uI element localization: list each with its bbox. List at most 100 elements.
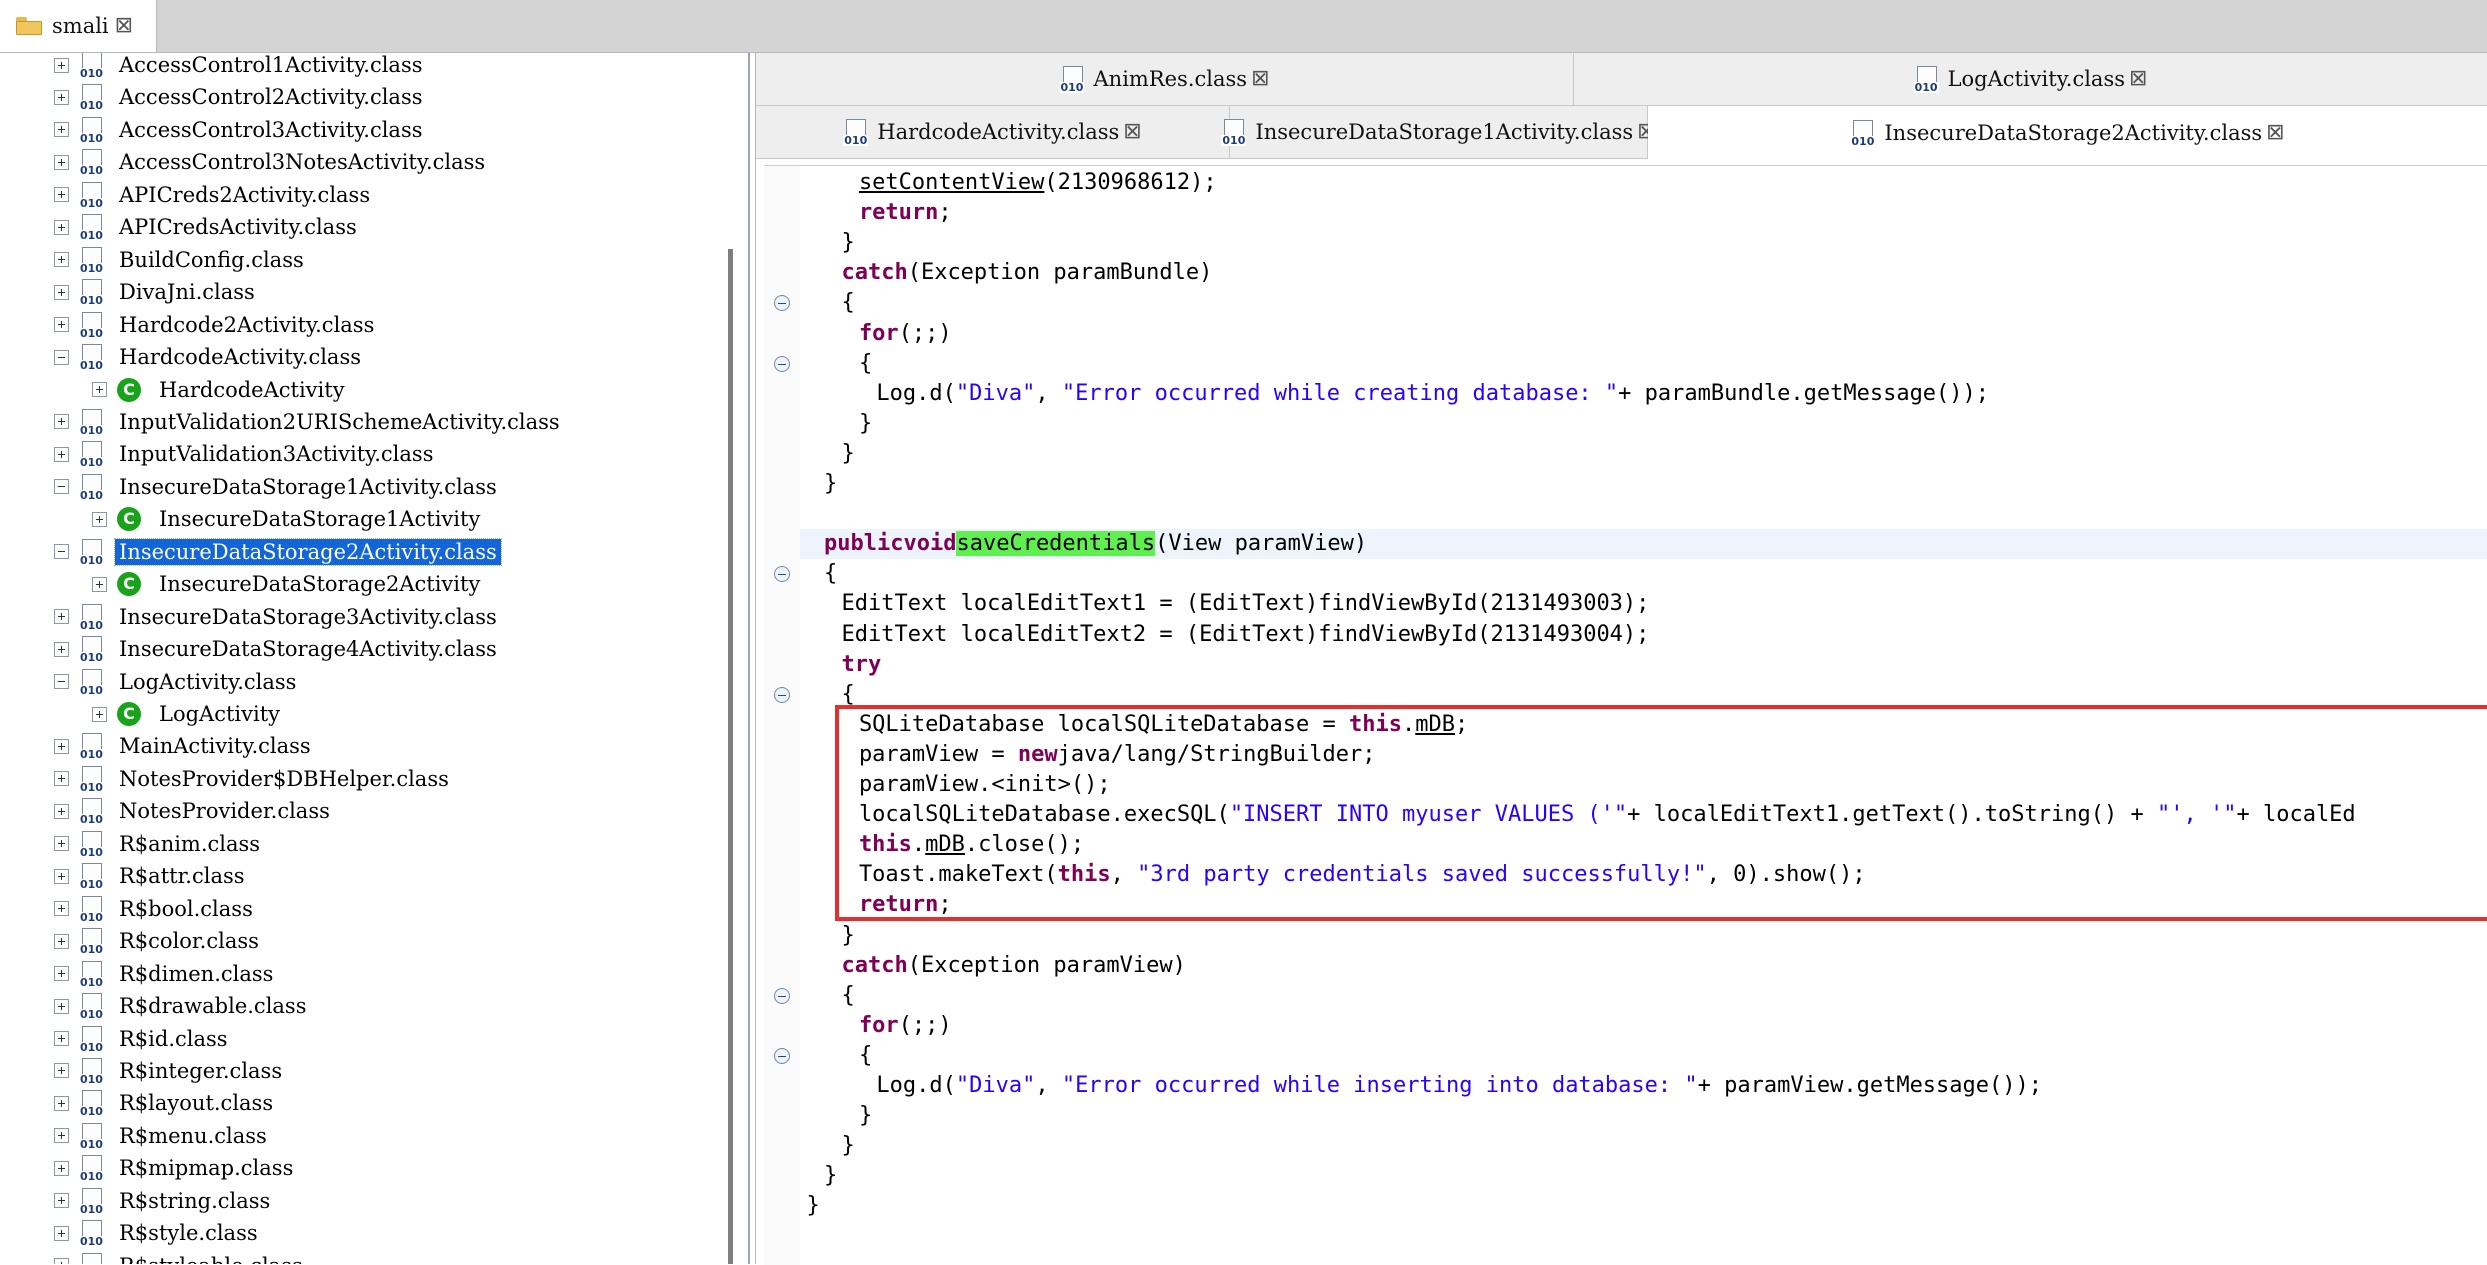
tree-item[interactable]: 010 R$style.class bbox=[54, 1217, 262, 1249]
close-icon[interactable]: ⊠ bbox=[115, 15, 133, 37]
expand-icon[interactable] bbox=[92, 576, 107, 592]
expand-icon[interactable] bbox=[54, 219, 69, 235]
fold-collapse-icon[interactable] bbox=[774, 686, 790, 703]
expand-icon[interactable] bbox=[54, 738, 69, 754]
editor-tab[interactable]: 010 HardcodeActivity.class ⊠ bbox=[756, 106, 1230, 158]
editor-tab[interactable]: 010 InsecureDataStorage2Activity.class ⊠ bbox=[1648, 106, 2487, 159]
tree-item[interactable]: 010 InsecureDataStorage3Activity.class bbox=[54, 601, 501, 633]
tree-item[interactable]: 010 R$anim.class bbox=[54, 828, 264, 860]
expand-icon[interactable] bbox=[54, 414, 69, 430]
tree-item[interactable]: 010 R$mipmap.class bbox=[54, 1152, 297, 1184]
tree-item[interactable]: 010 APICredsActivity.class bbox=[54, 211, 361, 243]
tree-item[interactable]: 010 R$styleable.class bbox=[54, 1250, 307, 1264]
expand-icon[interactable] bbox=[92, 511, 107, 527]
tree-item[interactable]: 010 R$menu.class bbox=[54, 1120, 271, 1152]
expand-icon[interactable] bbox=[54, 771, 69, 787]
expand-icon[interactable] bbox=[54, 933, 69, 949]
expand-icon[interactable] bbox=[54, 609, 69, 625]
tree-item[interactable]: 010 R$dimen.class bbox=[54, 958, 277, 990]
collapse-icon[interactable] bbox=[54, 349, 69, 365]
tree-item[interactable]: 010 AccessControl1Activity.class bbox=[54, 53, 427, 81]
expand-icon[interactable] bbox=[54, 1258, 69, 1264]
tree-item[interactable]: 010 AccessControl3NotesActivity.class bbox=[54, 146, 489, 178]
tree-item[interactable]: 010 R$color.class bbox=[54, 925, 263, 957]
expand-icon[interactable] bbox=[54, 868, 69, 884]
expand-icon[interactable] bbox=[54, 836, 69, 852]
close-icon[interactable]: ⊠ bbox=[2266, 121, 2284, 144]
tree-item[interactable]: 010 NotesProvider.class bbox=[54, 795, 334, 827]
close-icon[interactable]: ⊠ bbox=[1123, 121, 1141, 143]
expand-icon[interactable] bbox=[54, 1031, 69, 1046]
expand-icon[interactable] bbox=[54, 57, 69, 73]
expand-icon[interactable] bbox=[54, 1160, 69, 1176]
tree-item[interactable]: C HardcodeActivity bbox=[92, 374, 349, 406]
editor-tab[interactable]: 010 InsecureDataStorage1Activity.class ⊠ bbox=[1221, 106, 1656, 158]
code-token: Log.d( bbox=[876, 380, 956, 406]
tree-item[interactable]: 010 R$drawable.class bbox=[54, 990, 310, 1022]
expand-icon[interactable] bbox=[92, 706, 107, 722]
expand-icon[interactable] bbox=[54, 187, 69, 203]
tree-item[interactable]: 010 AccessControl3Activity.class bbox=[54, 114, 427, 146]
expand-icon[interactable] bbox=[54, 154, 69, 170]
fold-collapse-icon[interactable] bbox=[774, 295, 790, 312]
expand-icon[interactable] bbox=[54, 89, 69, 105]
editor-tab[interactable]: 010 AnimRes.class ⊠ bbox=[756, 53, 1574, 105]
expand-icon[interactable] bbox=[92, 382, 107, 397]
collapse-icon[interactable] bbox=[54, 544, 69, 560]
tree-scrollbar[interactable] bbox=[728, 249, 733, 1264]
fold-collapse-icon[interactable] bbox=[774, 987, 790, 1004]
collapse-icon[interactable] bbox=[54, 674, 69, 690]
tree-item[interactable]: 010 AccessControl2Activity.class bbox=[54, 81, 427, 113]
expand-icon[interactable] bbox=[54, 1063, 69, 1079]
tree-item[interactable]: C InsecureDataStorage2Activity bbox=[92, 568, 484, 600]
code-line: return; bbox=[859, 198, 952, 228]
code-view[interactable]: setContentView(2130968612); return;} catch… bbox=[764, 165, 2487, 1265]
tree-item[interactable]: C InsecureDataStorage1Activity bbox=[92, 503, 484, 535]
fold-collapse-icon[interactable] bbox=[774, 566, 790, 583]
editor-tab[interactable]: 010 LogActivity.class ⊠ bbox=[1574, 53, 2487, 105]
fold-collapse-icon[interactable] bbox=[774, 355, 790, 372]
expand-icon[interactable] bbox=[54, 803, 69, 819]
tree-item[interactable]: 010 InputValidation2URISchemeActivity.cla… bbox=[54, 406, 564, 438]
expand-icon[interactable] bbox=[54, 122, 69, 138]
tree-item[interactable]: 010 InputValidation3Activity.class bbox=[54, 438, 437, 470]
tree-item[interactable]: 010 R$bool.class bbox=[54, 893, 257, 925]
expand-icon[interactable] bbox=[54, 446, 69, 462]
expand-icon[interactable] bbox=[54, 317, 69, 333]
tree-item[interactable]: 010 R$layout.class bbox=[54, 1087, 277, 1119]
expand-icon[interactable] bbox=[54, 966, 69, 982]
fold-collapse-icon[interactable] bbox=[774, 1047, 790, 1064]
close-icon[interactable]: ⊠ bbox=[2129, 68, 2147, 90]
tree-item[interactable]: C LogActivity bbox=[92, 698, 284, 730]
expand-icon[interactable] bbox=[54, 641, 69, 657]
tree-item[interactable]: 010 APICreds2Activity.class bbox=[54, 179, 374, 211]
tree-item[interactable]: 010 InsecureDataStorage2Activity.class bbox=[54, 536, 502, 568]
expand-icon[interactable] bbox=[54, 901, 69, 917]
expand-icon[interactable] bbox=[54, 1225, 69, 1241]
expand-icon[interactable] bbox=[54, 284, 69, 300]
tree-item[interactable]: 010 BuildConfig.class bbox=[54, 244, 308, 276]
file-binary-mark: 010 bbox=[79, 423, 104, 437]
tree-item[interactable]: 010 DivaJni.class bbox=[54, 276, 259, 308]
tree-item[interactable]: 010 HardcodeActivity.class bbox=[54, 341, 365, 373]
tree-item[interactable]: 010 MainActivity.class bbox=[54, 730, 315, 762]
close-icon[interactable]: ⊠ bbox=[1251, 68, 1269, 90]
tree-item[interactable]: 010 R$string.class bbox=[54, 1185, 274, 1217]
expand-icon[interactable] bbox=[54, 1193, 69, 1209]
expand-icon[interactable] bbox=[54, 1095, 69, 1111]
expand-icon[interactable] bbox=[54, 998, 69, 1014]
tree-item[interactable]: 010 R$id.class bbox=[54, 1023, 232, 1055]
tree-item[interactable]: 010 LogActivity.class bbox=[54, 666, 300, 698]
tree-item[interactable]: 010 R$integer.class bbox=[54, 1055, 286, 1087]
tree-item[interactable]: 010 Hardcode2Activity.class bbox=[54, 309, 378, 341]
expand-icon[interactable] bbox=[54, 1128, 69, 1144]
tree-item[interactable]: 010 InsecureDataStorage1Activity.class bbox=[54, 471, 501, 503]
tree-item[interactable]: 010 InsecureDataStorage4Activity.class bbox=[54, 633, 501, 665]
expand-icon[interactable] bbox=[54, 252, 69, 268]
code-line: } bbox=[824, 1161, 837, 1191]
collapse-icon[interactable] bbox=[54, 479, 69, 495]
tree-item[interactable]: 010 NotesProvider$DBHelper.class bbox=[54, 763, 453, 795]
tab-smali[interactable]: smali ⊠ bbox=[0, 0, 157, 52]
tree-item-label: R$attr.class bbox=[119, 864, 245, 889]
tree-item[interactable]: 010 R$attr.class bbox=[54, 860, 249, 892]
